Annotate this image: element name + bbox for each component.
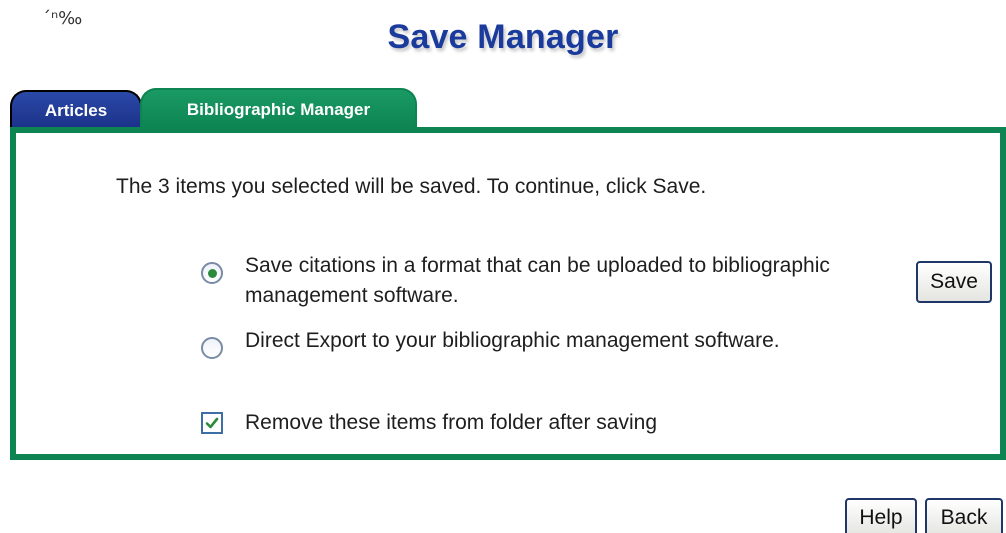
tab-bibliographic-manager[interactable]: Bibliographic Manager — [140, 88, 417, 130]
intro-text: The 3 items you selected will be saved. … — [116, 175, 707, 198]
tab-bibliographic-manager-label: Bibliographic Manager — [186, 100, 371, 119]
option-direct-export[interactable]: Direct Export to your bibliographic mana… — [201, 326, 845, 359]
save-citations-radio[interactable] — [201, 262, 223, 284]
save-button[interactable]: Save — [916, 261, 992, 303]
tab-articles-label: Articles — [44, 101, 108, 120]
page-title: Save Manager — [387, 18, 619, 56]
help-button[interactable]: Help — [845, 498, 917, 533]
option-remove-items[interactable]: Remove these items from folder after sav… — [201, 408, 845, 438]
remove-items-checkbox[interactable] — [201, 412, 223, 434]
radio-selected-dot — [207, 268, 217, 278]
back-button[interactable]: Back — [925, 498, 1003, 533]
remove-items-label: Remove these items from folder after sav… — [245, 411, 658, 434]
direct-export-label: Direct Export to your bibliographic mana… — [245, 329, 780, 352]
tab-articles[interactable]: Articles — [10, 90, 142, 130]
save-options-panel: The 3 items you selected will be saved. … — [10, 127, 1006, 460]
option-save-citations[interactable]: Save citations in a format that can be u… — [201, 251, 845, 311]
checkmark-icon — [205, 417, 219, 429]
save-manager-page: ´ⁿ‰ Save Manager Articles Bibliographic … — [0, 0, 1006, 533]
direct-export-radio[interactable] — [201, 337, 223, 359]
save-citations-label: Save citations in a format that can be u… — [245, 254, 830, 307]
